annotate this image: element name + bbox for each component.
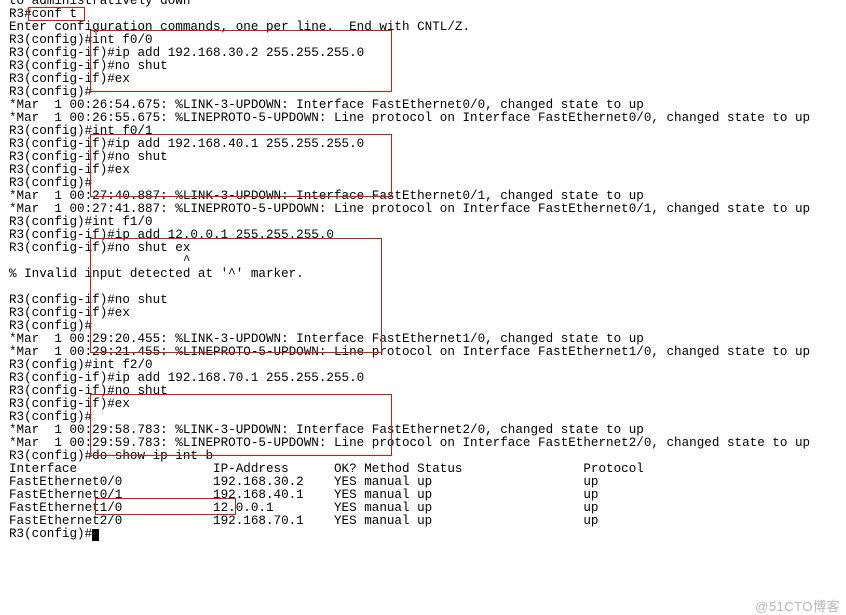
terminal-output[interactable]: to administratively downR3#conf tEnter c… — [9, 0, 810, 541]
terminal-line: R3(config-if)#ex — [9, 73, 810, 86]
watermark-text: @51CTO博客 — [755, 600, 840, 613]
terminal-line: R3(config-if)#ex — [9, 164, 810, 177]
terminal-line: to administratively down — [9, 0, 810, 8]
cursor — [92, 529, 99, 541]
terminal-line: R3(config-if)#ex — [9, 307, 810, 320]
terminal-line: % Invalid input detected at '^' marker. — [9, 268, 810, 281]
terminal-line: R3(config-if)#ex — [9, 398, 810, 411]
terminal-line: FastEthernet2/0 192.168.70.1 YES manual … — [9, 515, 810, 528]
terminal-line: R3(config)# — [9, 528, 810, 541]
